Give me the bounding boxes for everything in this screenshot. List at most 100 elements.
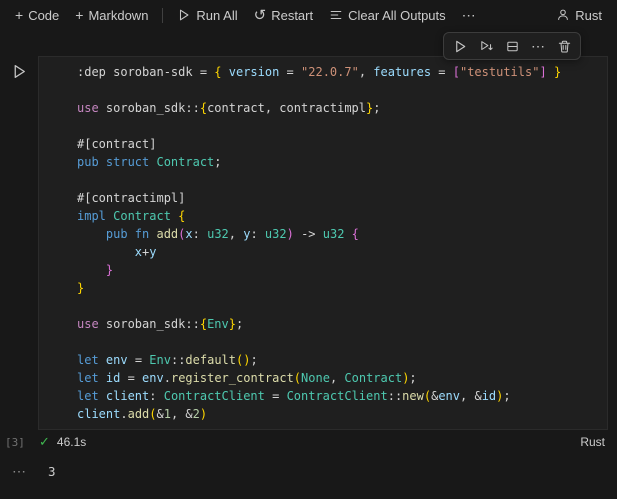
code-line[interactable]: pub fn add(x: u32, y: u32) -> u32 { [77, 225, 603, 243]
add-markdown-cell-button[interactable]: + Markdown [68, 5, 155, 26]
code-token: = [127, 353, 150, 367]
code-token: :: [387, 389, 403, 403]
code-token: ( [293, 371, 302, 385]
code-line[interactable]: use soroban_sdk::{contract, contractimpl… [77, 99, 603, 117]
code-token: 1 [163, 407, 171, 421]
code-token: default [185, 353, 236, 367]
code-token: , [228, 227, 244, 241]
code-token: Contract [344, 371, 403, 385]
code-token: None [301, 371, 330, 385]
restart-icon: ↺ [253, 6, 267, 24]
code-token: env [142, 371, 164, 385]
code-line[interactable]: let env = Env::default(); [77, 351, 603, 369]
code-token: soroban_sdk:: [105, 317, 200, 331]
kernel-picker-button[interactable]: Rust [549, 5, 609, 26]
add-markdown-cell-label: Markdown [88, 7, 149, 23]
code-token: ) [199, 407, 208, 421]
kernel-icon [556, 8, 570, 22]
toolbar-more-button[interactable]: ⋯ [455, 5, 483, 25]
code-token: = [264, 389, 287, 403]
add-code-cell-button[interactable]: + Code [8, 5, 66, 26]
cell-more-button[interactable]: ⋯ [526, 35, 550, 57]
code-line[interactable]: } [77, 279, 603, 297]
toolbar-separator [162, 7, 164, 23]
run-all-label: Run All [196, 7, 238, 23]
code-line[interactable]: x+y [77, 243, 603, 261]
code-token: features [373, 65, 432, 79]
code-token: , & [170, 407, 193, 421]
code-token: ) [286, 227, 294, 241]
execution-time: 46.1s [56, 435, 87, 449]
play-below-icon [479, 39, 494, 54]
notebook-toolbar: + Code + Markdown Run All ↺ Restart Clea… [0, 0, 617, 30]
code-token: = [120, 371, 143, 385]
code-line[interactable] [77, 333, 603, 351]
code-line[interactable]: #[contractimpl] [77, 189, 603, 207]
run-cell-button[interactable] [11, 63, 28, 80]
run-all-button[interactable]: Run All [170, 5, 244, 26]
code-token: :: [170, 353, 186, 367]
execute-below-button[interactable] [474, 35, 498, 57]
code-token: : [149, 389, 164, 403]
execute-cell-button[interactable] [448, 35, 472, 57]
cell-status-bar: [3] ✓ 46.1s Rust [0, 430, 617, 454]
code-line[interactable]: } [77, 261, 603, 279]
code-line[interactable] [77, 117, 603, 135]
split-cell-icon [505, 39, 520, 54]
code-line[interactable]: impl Contract { [77, 207, 603, 225]
code-line[interactable]: use soroban_sdk::{Env}; [77, 315, 603, 333]
code-token: ContractClient [286, 389, 388, 403]
run-all-icon [177, 8, 191, 22]
split-cell-button[interactable] [500, 35, 524, 57]
plus-icon: + [15, 7, 24, 23]
code-token: Env [207, 317, 229, 331]
delete-cell-button[interactable] [552, 35, 576, 57]
code-token: { [214, 65, 222, 79]
code-token: : [192, 227, 208, 241]
code-token: 2 [192, 407, 200, 421]
code-token: ; [409, 371, 417, 385]
code-token: id [481, 389, 497, 403]
code-token: x [185, 227, 193, 241]
code-line[interactable]: #[contract] [77, 135, 603, 153]
code-token: use [77, 317, 106, 331]
code-lines: :dep soroban-sdk = { version = "22.0.7",… [77, 63, 603, 423]
code-token: { [178, 209, 186, 223]
cell-language-picker[interactable]: Rust [580, 435, 605, 449]
code-token: { [351, 227, 359, 241]
clear-all-outputs-label: Clear All Outputs [348, 7, 446, 23]
code-token: version [228, 65, 280, 79]
trash-icon [557, 39, 572, 54]
code-token: u32 [264, 227, 287, 241]
restart-label: Restart [271, 7, 314, 23]
cell-gutter [0, 56, 38, 430]
code-line[interactable]: client.add(&1, &2) [77, 405, 603, 423]
code-token: , [358, 65, 374, 79]
code-token: new [402, 389, 424, 403]
code-token: pub struct [77, 155, 157, 169]
code-token: Contract [113, 209, 171, 223]
code-token: = [431, 65, 453, 79]
code-editor[interactable]: :dep soroban-sdk = { version = "22.0.7",… [38, 56, 608, 430]
code-line[interactable] [77, 297, 603, 315]
clear-all-outputs-button[interactable]: Clear All Outputs [322, 5, 453, 26]
code-line[interactable] [77, 171, 603, 189]
code-token: use [77, 101, 106, 115]
code-line[interactable] [77, 81, 603, 99]
code-token: ; [250, 353, 258, 367]
code-token: u32 [322, 227, 345, 241]
code-line[interactable]: pub struct Contract; [77, 153, 603, 171]
code-token: ( [423, 389, 432, 403]
output-more-button[interactable]: ⋯ [0, 463, 38, 480]
code-line[interactable]: let client: ContractClient = ContractCli… [77, 387, 603, 405]
cell-body: :dep soroban-sdk = { version = "22.0.7",… [0, 56, 617, 430]
play-icon [453, 39, 468, 54]
code-token: "22.0.7" [301, 65, 359, 79]
output-value: 3 [48, 464, 56, 479]
code-line[interactable]: let id = env.register_contract(None, Con… [77, 369, 603, 387]
code-token: impl [77, 209, 114, 223]
code-line[interactable]: :dep soroban-sdk = { version = "22.0.7",… [77, 63, 603, 81]
restart-button[interactable]: ↺ Restart [247, 5, 320, 26]
